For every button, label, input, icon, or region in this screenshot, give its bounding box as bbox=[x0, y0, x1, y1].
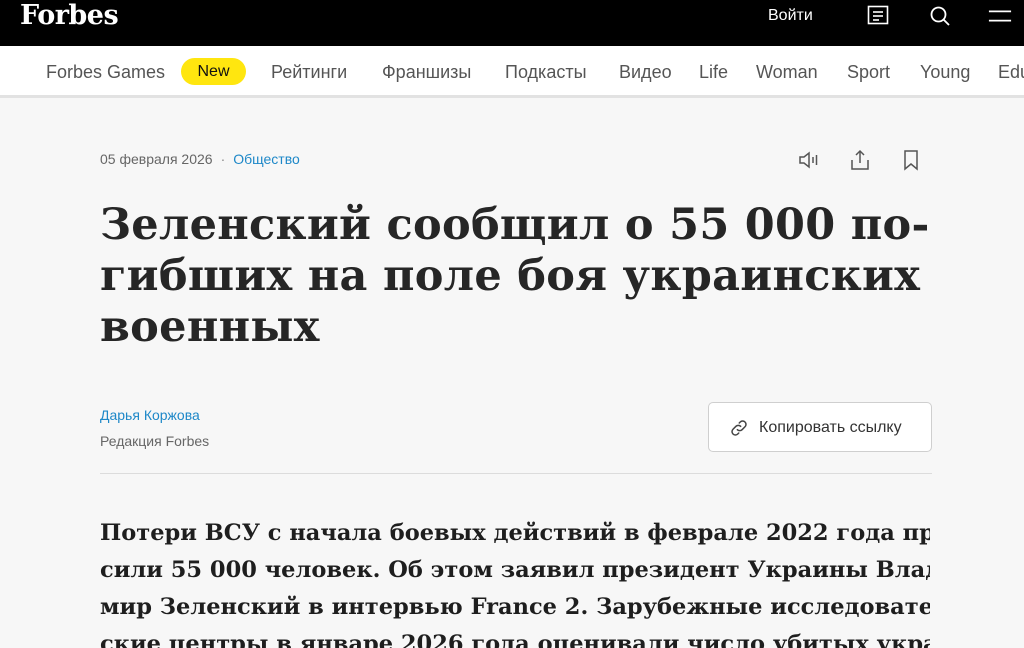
nav-item-new[interactable]: New bbox=[181, 58, 246, 85]
nav-item-life[interactable]: Life bbox=[699, 61, 728, 83]
nav-item-woman[interactable]: Woman bbox=[756, 61, 818, 83]
headline-line: гибших на поле боя украинских bbox=[100, 251, 921, 301]
article-meta: 05 февраля 2026 · Общество bbox=[100, 150, 300, 168]
nav-item-podcasts[interactable]: Подкасты bbox=[505, 61, 587, 83]
nav-item-forbes-games[interactable]: Forbes Games bbox=[46, 61, 165, 83]
top-bar: Forbes Войти bbox=[0, 0, 1024, 46]
menu-icon[interactable] bbox=[988, 4, 1014, 28]
article-category-link[interactable]: Общество bbox=[233, 151, 300, 167]
lead-line: сили 55 000 человек. Об этом заявил през… bbox=[100, 557, 930, 583]
nav-item-franchises[interactable]: Франшизы bbox=[382, 61, 471, 83]
link-icon bbox=[729, 418, 749, 438]
forbes-logo[interactable]: Forbes bbox=[20, 1, 119, 31]
section-nav: Forbes Games New Рейтинги Франшизы Подка… bbox=[0, 46, 1024, 98]
search-icon[interactable] bbox=[928, 4, 952, 28]
nav-item-edu[interactable]: Edu bbox=[998, 61, 1024, 83]
article-date: 05 февраля 2026 bbox=[100, 151, 213, 167]
copy-link-label: Копировать ссылку bbox=[759, 419, 902, 436]
article-lead: Потери ВСУ с начала боевых действий в фе… bbox=[100, 515, 930, 648]
headline-line: Зеленский сообщил о 55 000 по- bbox=[100, 200, 930, 250]
nav-item-video[interactable]: Видео bbox=[619, 61, 672, 83]
headline-line: военных bbox=[100, 302, 320, 352]
article-headline: Зеленский сообщил о 55 000 по- гибших на… bbox=[100, 200, 930, 353]
editorial-label: Редакция Forbes bbox=[100, 433, 210, 449]
bookmark-icon[interactable] bbox=[899, 148, 923, 172]
newsletter-icon[interactable] bbox=[866, 4, 890, 28]
meta-separator: · bbox=[220, 151, 226, 167]
lead-line: Потери ВСУ с начала боевых действий в фе… bbox=[100, 520, 930, 546]
copy-link-button[interactable]: Копировать ссылку bbox=[708, 402, 932, 452]
nav-item-sport[interactable]: Sport bbox=[847, 61, 890, 83]
nav-item-young[interactable]: Young bbox=[920, 61, 970, 83]
listen-audio-icon[interactable] bbox=[797, 148, 821, 172]
share-icon[interactable] bbox=[848, 148, 872, 172]
author-link[interactable]: Дарья Коржова bbox=[100, 406, 200, 424]
nav-item-ratings[interactable]: Рейтинги bbox=[271, 61, 347, 83]
lead-line: мир Зеленский в интервью France 2. Заруб… bbox=[100, 594, 930, 620]
divider bbox=[100, 473, 932, 474]
lead-line: ские центры в январе 2026 года оценивали… bbox=[100, 631, 930, 648]
login-button[interactable]: Войти bbox=[768, 6, 813, 26]
